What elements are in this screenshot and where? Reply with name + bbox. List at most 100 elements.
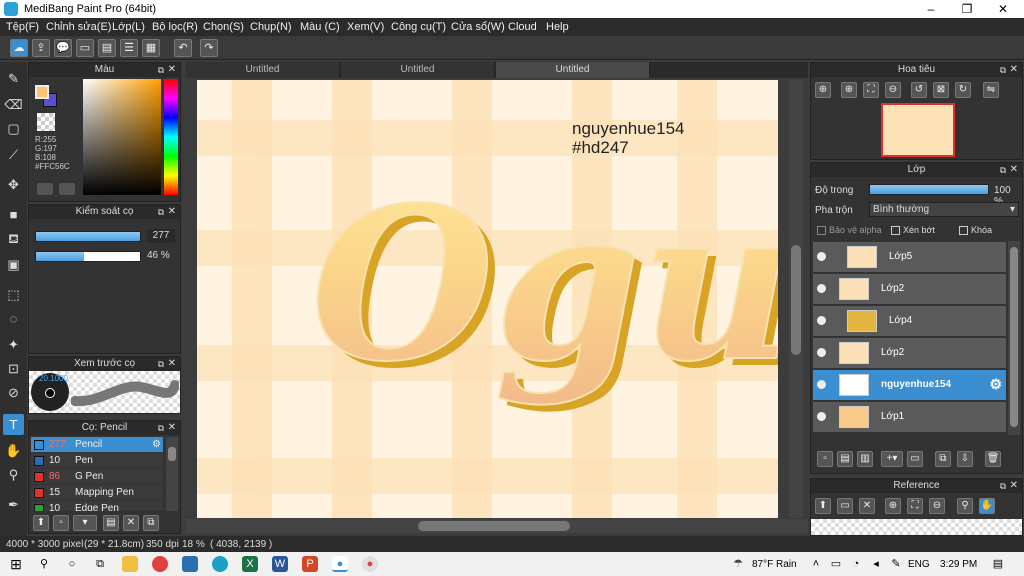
undock-icon[interactable]: ⧉ [1000, 63, 1006, 77]
new-8bit-layer-icon[interactable]: ▥ [857, 451, 873, 467]
layer-row[interactable]: Lớp1 [813, 402, 1006, 433]
pen-icon[interactable]: ✎ [888, 556, 904, 572]
close-icon[interactable]: ✕ [168, 63, 176, 77]
notification-icon[interactable]: ▤ [990, 556, 1006, 572]
text-tool-icon[interactable]: T [3, 414, 24, 435]
menu-layer[interactable]: Lớp(L) [112, 21, 145, 33]
close-icon[interactable]: ✕ [168, 421, 176, 435]
brush-size-value[interactable]: 277 [147, 229, 175, 243]
lock-checkbox[interactable] [959, 226, 968, 235]
rectangle-tool-icon[interactable]: ▢ [3, 118, 24, 139]
flip-icon[interactable]: ⇋ [983, 82, 999, 98]
layer-list-scrollbar[interactable] [1008, 241, 1020, 435]
tab-untitled-1[interactable]: Untitled [186, 62, 340, 78]
network-icon[interactable]: ◔ [848, 556, 864, 572]
menu-cloud[interactable]: Cloud [508, 21, 537, 33]
undock-icon[interactable]: ⧉ [1000, 479, 1006, 493]
open-folder-icon[interactable]: ▭ [837, 498, 853, 514]
palette-icon[interactable] [37, 183, 53, 195]
menu-edit[interactable]: Chỉnh sửa(E) [46, 21, 111, 33]
brush-size-slider[interactable] [35, 231, 141, 242]
fill-rect-tool-icon[interactable]: ■ [3, 204, 24, 225]
select-tool-icon[interactable]: ⬚ [3, 284, 24, 305]
close-button[interactable]: ✕ [986, 0, 1020, 18]
blend-mode-select[interactable]: Bình thường ▾ [869, 202, 1019, 217]
zoom-in-icon[interactable]: ⊕ [815, 82, 831, 98]
foreground-color-swatch[interactable] [35, 85, 49, 99]
menu-color[interactable]: Màu (C) [300, 21, 340, 33]
cloud-icon[interactable]: ☁ [10, 39, 28, 57]
layer-opacity-slider[interactable] [869, 184, 989, 195]
new-brush-icon[interactable]: ▫ [53, 515, 69, 531]
document-icon[interactable]: ▤ [98, 39, 116, 57]
clock[interactable]: 3:29 PM [940, 559, 977, 570]
dot-tool-icon[interactable]: ⟋ [3, 144, 24, 165]
reset-view-icon[interactable]: ⊠ [933, 82, 949, 98]
chevron-up-icon[interactable]: ˄ [808, 556, 824, 572]
grid-icon[interactable]: ▦ [142, 39, 160, 57]
add-layer-menu-icon[interactable]: +▾ [881, 451, 903, 467]
redo-icon[interactable]: ↷ [200, 39, 218, 57]
layer-row[interactable]: Lớp4 [813, 306, 1006, 337]
menu-capture[interactable]: Chụp(N) [250, 21, 292, 33]
trash-icon[interactable]: 🗑 [985, 451, 1001, 467]
eye-icon[interactable] [817, 284, 826, 293]
language-indicator[interactable]: ENG [908, 559, 930, 570]
move-tool-icon[interactable]: ✥ [3, 174, 24, 195]
file-explorer-icon[interactable] [122, 556, 138, 572]
artboard[interactable]: nguyenhue154 #hd247 Ogu Ogu [197, 80, 778, 518]
word-icon[interactable]: W [272, 556, 288, 572]
tab-untitled-3[interactable]: Untitled [496, 62, 650, 78]
hue-slider[interactable] [164, 79, 178, 195]
new-layer-icon[interactable]: ▫ [817, 451, 833, 467]
powerpoint-icon[interactable]: P [302, 556, 318, 572]
upload-icon[interactable]: ⬆ [815, 498, 831, 514]
undock-icon[interactable]: ⧉ [1000, 163, 1006, 177]
edge-browser-icon[interactable] [212, 556, 228, 572]
brush-list-scrollbar[interactable] [166, 437, 178, 511]
delete-brush-icon[interactable]: ✕ [123, 515, 139, 531]
gear-icon[interactable]: ⚙ [989, 376, 1002, 393]
task-view-icon[interactable]: ⧉ [92, 556, 108, 572]
rotate-right-icon[interactable]: ↻ [955, 82, 971, 98]
eye-icon[interactable] [817, 380, 826, 389]
eye-icon[interactable] [817, 412, 826, 421]
gradient-tool-icon[interactable]: ▣ [3, 254, 24, 275]
undock-icon[interactable]: ⧉ [158, 421, 164, 435]
comment-icon[interactable]: ▭ [76, 39, 94, 57]
add-brush-icon[interactable]: ⬆ [33, 515, 49, 531]
layer-row-selected[interactable]: nguyenhue154 ⚙ [813, 370, 1006, 401]
weather-text[interactable]: 87°F Rain [752, 559, 797, 570]
brush-item-edge-pen[interactable]: 10 Edge Pen [31, 501, 163, 511]
hand-tool-icon[interactable]: ✋ [3, 440, 24, 461]
zoom-out-icon[interactable]: ⊖ [885, 82, 901, 98]
protect-alpha-checkbox[interactable] [817, 226, 826, 235]
eye-icon[interactable] [817, 252, 826, 261]
eyedropper-icon[interactable]: ⚲ [957, 498, 973, 514]
windows-start-icon[interactable]: ⊞ [8, 556, 24, 572]
brush-tool-icon[interactable]: ✎ [3, 68, 24, 89]
canvas-horizontal-scrollbar[interactable] [186, 519, 808, 533]
lettering-main[interactable]: Ogu [310, 160, 778, 409]
tab-untitled-2[interactable]: Untitled [341, 62, 495, 78]
menu-window[interactable]: Cửa sổ(W) [451, 21, 505, 33]
merge-layer-icon[interactable]: ⇩ [957, 451, 973, 467]
close-icon[interactable]: ✕ [168, 205, 176, 219]
minimize-button[interactable]: – [914, 0, 948, 18]
menu-filter[interactable]: Bộ lọc(R) [152, 21, 198, 33]
layer-row[interactable]: Lớp2 [813, 338, 1006, 369]
cortana-icon[interactable]: ○ [64, 556, 80, 572]
zoom-in-icon[interactable]: ⊕ [841, 82, 857, 98]
close-icon[interactable]: ✕ [1010, 163, 1018, 177]
color-wheel-icon[interactable] [59, 183, 75, 195]
close-icon[interactable]: ✕ [859, 498, 875, 514]
close-icon[interactable]: ✕ [1010, 63, 1018, 77]
select-pen-icon[interactable]: ⊡ [3, 358, 24, 379]
artwork[interactable]: nguyenhue154 #hd247 Ogu Ogu [197, 80, 778, 518]
pen-tool-icon[interactable]: ✒ [3, 494, 24, 515]
chrome-icon[interactable]: ● [362, 556, 378, 572]
duplicate-brush-icon[interactable]: ⧉ [143, 515, 159, 531]
app-icon[interactable] [152, 556, 168, 572]
close-icon[interactable]: ✕ [168, 357, 176, 371]
eye-icon[interactable] [817, 348, 826, 357]
